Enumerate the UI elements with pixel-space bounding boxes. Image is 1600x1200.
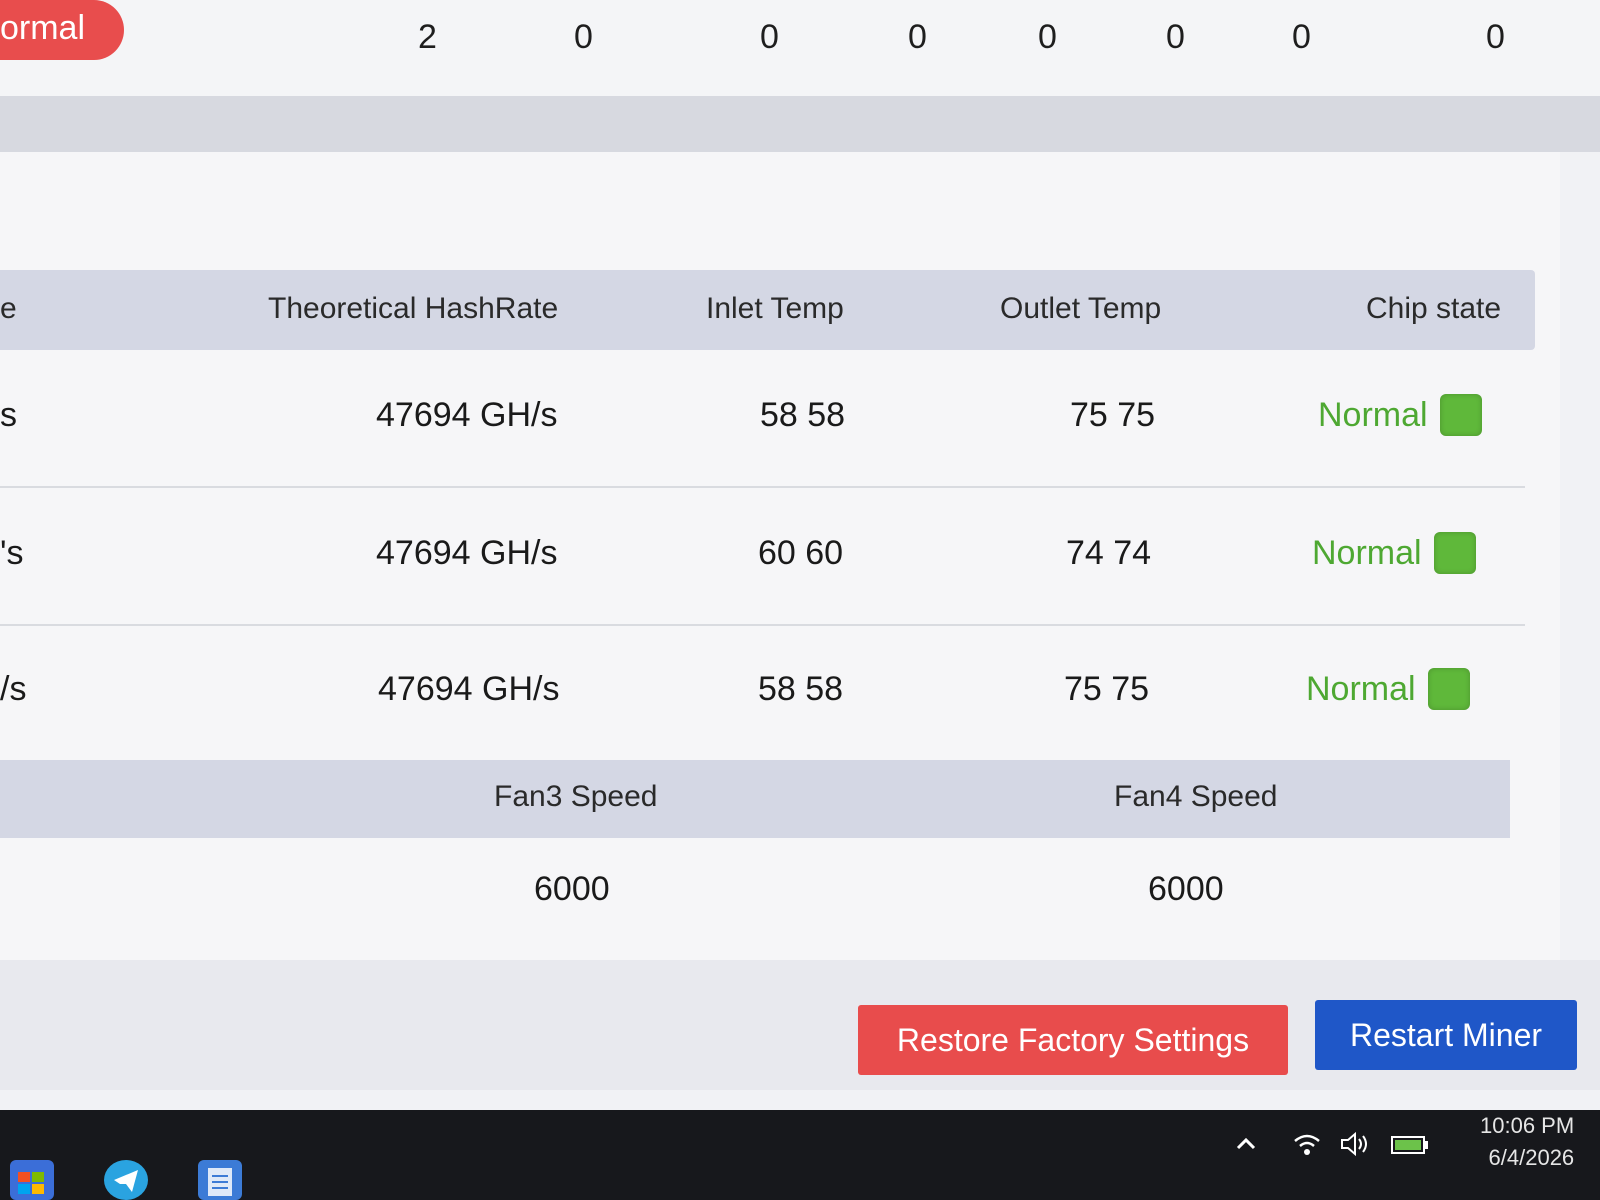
column-header-chip-state: Chip state <box>1366 292 1502 325</box>
chevron-up-icon[interactable] <box>1232 1130 1260 1165</box>
cell-inlet-temp: 58 58 <box>758 670 844 708</box>
top-status-row: ormal 2 0 0 0 0 0 0 0 <box>0 0 1600 100</box>
stat-value: 0 <box>1166 18 1185 56</box>
cell-outlet-temp: 74 74 <box>1066 534 1152 572</box>
chip-status-indicator <box>1428 668 1470 710</box>
table-header: e Theoretical HashRate Inlet Temp Outlet… <box>0 270 1535 350</box>
cell-inlet-temp: 60 60 <box>758 534 844 572</box>
wifi-icon[interactable] <box>1292 1130 1322 1165</box>
chip-status-indicator <box>1440 394 1482 436</box>
stat-value: 0 <box>1038 18 1057 56</box>
cell-inlet-temp: 58 58 <box>760 396 846 434</box>
column-header-inlet-temp: Inlet Temp <box>706 292 844 325</box>
cell-partial: 's <box>0 534 24 572</box>
chip-status-indicator <box>1434 532 1476 574</box>
table-row: 's 47694 GH/s 60 60 74 74 Normal <box>0 488 1525 626</box>
cell-hashrate: 47694 GH/s <box>378 670 560 708</box>
restart-miner-button[interactable]: Restart Miner <box>1315 1000 1577 1070</box>
cell-outlet-temp: 75 75 <box>1064 670 1150 708</box>
table-row: s 47694 GH/s 58 58 75 75 Normal <box>0 350 1525 488</box>
cell-chip-state: Normal <box>1306 670 1416 708</box>
stat-value: 0 <box>760 18 779 56</box>
cell-partial: /s <box>0 670 27 708</box>
stat-value: 0 <box>574 18 593 56</box>
cell-chip-state: Normal <box>1318 396 1428 434</box>
column-header-outlet-temp: Outlet Temp <box>1000 292 1162 325</box>
column-header-partial: e <box>0 292 17 325</box>
fan3-speed-value: 6000 <box>534 870 610 908</box>
stat-value: 0 <box>908 18 927 56</box>
cell-partial: s <box>0 396 17 434</box>
cell-chip-state: Normal <box>1312 534 1422 572</box>
fan3-speed-label: Fan3 Speed <box>494 780 658 813</box>
restore-factory-settings-button[interactable]: Restore Factory Settings <box>858 1005 1288 1075</box>
section-divider <box>0 96 1600 152</box>
column-header-theoretical-hashrate: Theoretical HashRate <box>268 292 559 325</box>
status-badge: ormal <box>0 0 124 60</box>
clock-date: 6/4/2026 <box>1488 1145 1575 1170</box>
table-row: /s 47694 GH/s 58 58 75 75 Normal <box>0 624 1525 762</box>
battery-icon[interactable] <box>1390 1130 1430 1165</box>
notepad-icon[interactable] <box>198 1160 242 1200</box>
miner-status-page: ormal 2 0 0 0 0 0 0 0 e Theoretical Hash… <box>0 0 1600 1120</box>
stat-value: 0 <box>1292 18 1311 56</box>
stat-value: 0 <box>1486 18 1505 56</box>
telegram-icon[interactable] <box>104 1160 148 1200</box>
volume-icon[interactable] <box>1338 1130 1372 1165</box>
cell-hashrate: 47694 GH/s <box>376 396 558 434</box>
fan-speed-header: Fan3 Speed Fan4 Speed <box>0 760 1510 838</box>
taskbar-clock[interactable]: 10:06 PM 6/4/2026 <box>1480 1110 1574 1174</box>
clock-time: 10:06 PM <box>1480 1113 1575 1138</box>
stat-value: 2 <box>418 18 437 56</box>
fan4-speed-label: Fan4 Speed <box>1114 780 1278 813</box>
fan4-speed-value: 6000 <box>1148 870 1224 908</box>
store-icon[interactable] <box>10 1160 54 1200</box>
cell-hashrate: 47694 GH/s <box>376 534 558 572</box>
cell-outlet-temp: 75 75 <box>1070 396 1156 434</box>
